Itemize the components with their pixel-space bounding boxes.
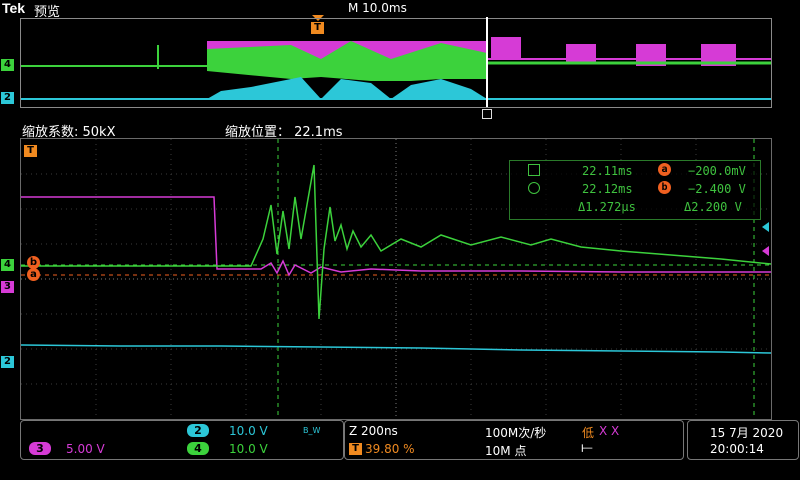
trigger-pos-icon: T: [349, 443, 362, 455]
overview-waveform-panel[interactable]: [20, 17, 772, 108]
overview-ch4-marker[interactable]: 4: [1, 59, 14, 71]
zoom-ch2-marker[interactable]: 2: [1, 356, 14, 368]
time-label: 20:00:14: [710, 442, 764, 456]
zoom-ch4-marker[interactable]: 4: [1, 259, 14, 271]
record-length: 10M 点: [485, 444, 527, 458]
cursor-delta-time: Δ1.272μs: [578, 200, 636, 214]
overview-bracket-icon: [482, 109, 492, 119]
cursor-a-badge: a: [658, 163, 671, 176]
date-label: 15 7月 2020: [710, 426, 784, 440]
ch2-scale: 10.0 V: [229, 424, 268, 438]
ch4-chip[interactable]: 4: [187, 442, 209, 455]
channel-settings-panel[interactable]: 2 10.0 V B_W 3 5.00 V 4 10.0 V: [20, 420, 344, 460]
cursor-circle-icon: [528, 182, 540, 194]
ch4-scale: 10.0 V: [229, 442, 268, 456]
zoom-ch3-marker[interactable]: 3: [1, 281, 14, 293]
cursor-time-2: 22.12ms: [582, 182, 633, 196]
xx-label: X X: [599, 424, 620, 438]
zoom-trigger-marker[interactable]: T: [24, 145, 37, 157]
zoom-graticule[interactable]: 22.11ms a −200.0mV 22.12ms b −2.400 V Δ1…: [20, 138, 772, 420]
overview-waveform-svg: [21, 37, 771, 100]
datetime-panel: 15 7月 2020 20:00:14: [687, 420, 799, 460]
resolution-label: 低: [582, 426, 595, 440]
overview-zoom-cursor[interactable]: [486, 17, 488, 107]
ch2-chip[interactable]: 2: [187, 424, 209, 437]
cursor-b-badge: b: [658, 181, 671, 194]
sample-rate: 100M次/秒: [485, 426, 547, 440]
ch3-chip[interactable]: 3: [29, 442, 51, 455]
cursor-value-b: −2.400 V: [688, 182, 746, 196]
cursor-square-icon: [528, 164, 540, 176]
trigger-edge-icon: ⟝: [581, 440, 593, 456]
cursor-time-1: 22.11ms: [582, 164, 633, 178]
timebase-readout: M 10.0ms: [348, 1, 407, 15]
cursor-a-handle[interactable]: a: [27, 268, 40, 281]
cursor-delta-value: Δ2.200 V: [684, 200, 742, 214]
cursor-value-a: −200.0mV: [688, 164, 746, 178]
trigger-position: 39.80 %: [365, 442, 415, 456]
right-arrow-icon: [762, 222, 769, 232]
brand-logo: Tek: [2, 0, 26, 16]
ch3-scale: 5.00 V: [66, 442, 105, 456]
cursor-readout-panel[interactable]: 22.11ms a −200.0mV 22.12ms b −2.400 V Δ1…: [509, 160, 761, 220]
zoom-time-readout: Z 200ns: [349, 424, 398, 438]
overview-ch2-marker[interactable]: 2: [1, 92, 14, 104]
acquisition-panel[interactable]: Z 200ns T 39.80 % 100M次/秒 10M 点 低 X X ⟝: [344, 420, 684, 460]
right-arrow-icon-magenta: [762, 246, 769, 256]
ch2-bw-icon: B_W: [303, 426, 321, 435]
